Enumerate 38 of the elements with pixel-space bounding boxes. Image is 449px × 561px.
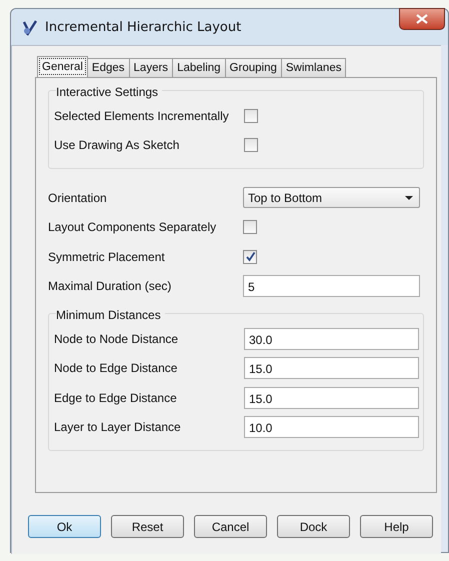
field-label: Symmetric Placement	[48, 250, 166, 264]
input-field[interactable]: 15.0	[244, 386, 419, 409]
field-label: Maximal Duration (sec)	[48, 279, 172, 294]
close-button[interactable]	[399, 8, 445, 30]
field-label: Selected Elements Incrementally	[54, 108, 230, 123]
checkbox[interactable]	[243, 250, 257, 264]
checkbox[interactable]	[243, 220, 257, 234]
dialog-button[interactable]: Reset	[111, 515, 184, 538]
field-label: Use Drawing As Sketch	[54, 138, 180, 152]
tab[interactable]: Layers	[128, 58, 174, 77]
tab[interactable]: General	[37, 56, 88, 77]
field-label: Layer to Layer Distance	[54, 420, 182, 434]
checkbox[interactable]	[244, 108, 258, 123]
input-field[interactable]: 10.0	[244, 416, 419, 438]
dropdown[interactable]: Top to Bottom	[243, 187, 420, 208]
close-icon	[416, 14, 428, 24]
group-title: Minimum Distances	[56, 308, 165, 322]
input-field[interactable]: 5	[243, 275, 420, 298]
tab[interactable]: Labeling	[172, 58, 226, 77]
caret-icon	[405, 196, 413, 200]
group-title: Interactive Settings	[56, 85, 162, 99]
dialog-button[interactable]: Help	[360, 515, 433, 538]
dialog-button[interactable]: Ok	[28, 515, 101, 538]
checkbox[interactable]	[244, 138, 258, 152]
tab[interactable]: Grouping	[224, 58, 282, 77]
field-label: Node to Node Distance	[54, 332, 180, 346]
dialog-button[interactable]: Dock	[277, 515, 350, 538]
field-label: Edge to Edge Distance	[54, 390, 178, 405]
field-label: Node to Edge Distance	[54, 361, 178, 376]
tab[interactable]: Edges	[86, 58, 130, 77]
tab[interactable]: Swimlanes	[280, 58, 346, 77]
field-label: Orientation	[48, 190, 108, 205]
field-label: Layout Components Separately	[48, 220, 218, 234]
window-title: Incremental Hierarchic Layout	[45, 20, 242, 34]
input-field[interactable]: 30.0	[244, 328, 419, 350]
dialog-button[interactable]: Cancel	[194, 515, 267, 538]
app-icon	[21, 18, 39, 36]
input-field[interactable]: 15.0	[244, 357, 419, 380]
